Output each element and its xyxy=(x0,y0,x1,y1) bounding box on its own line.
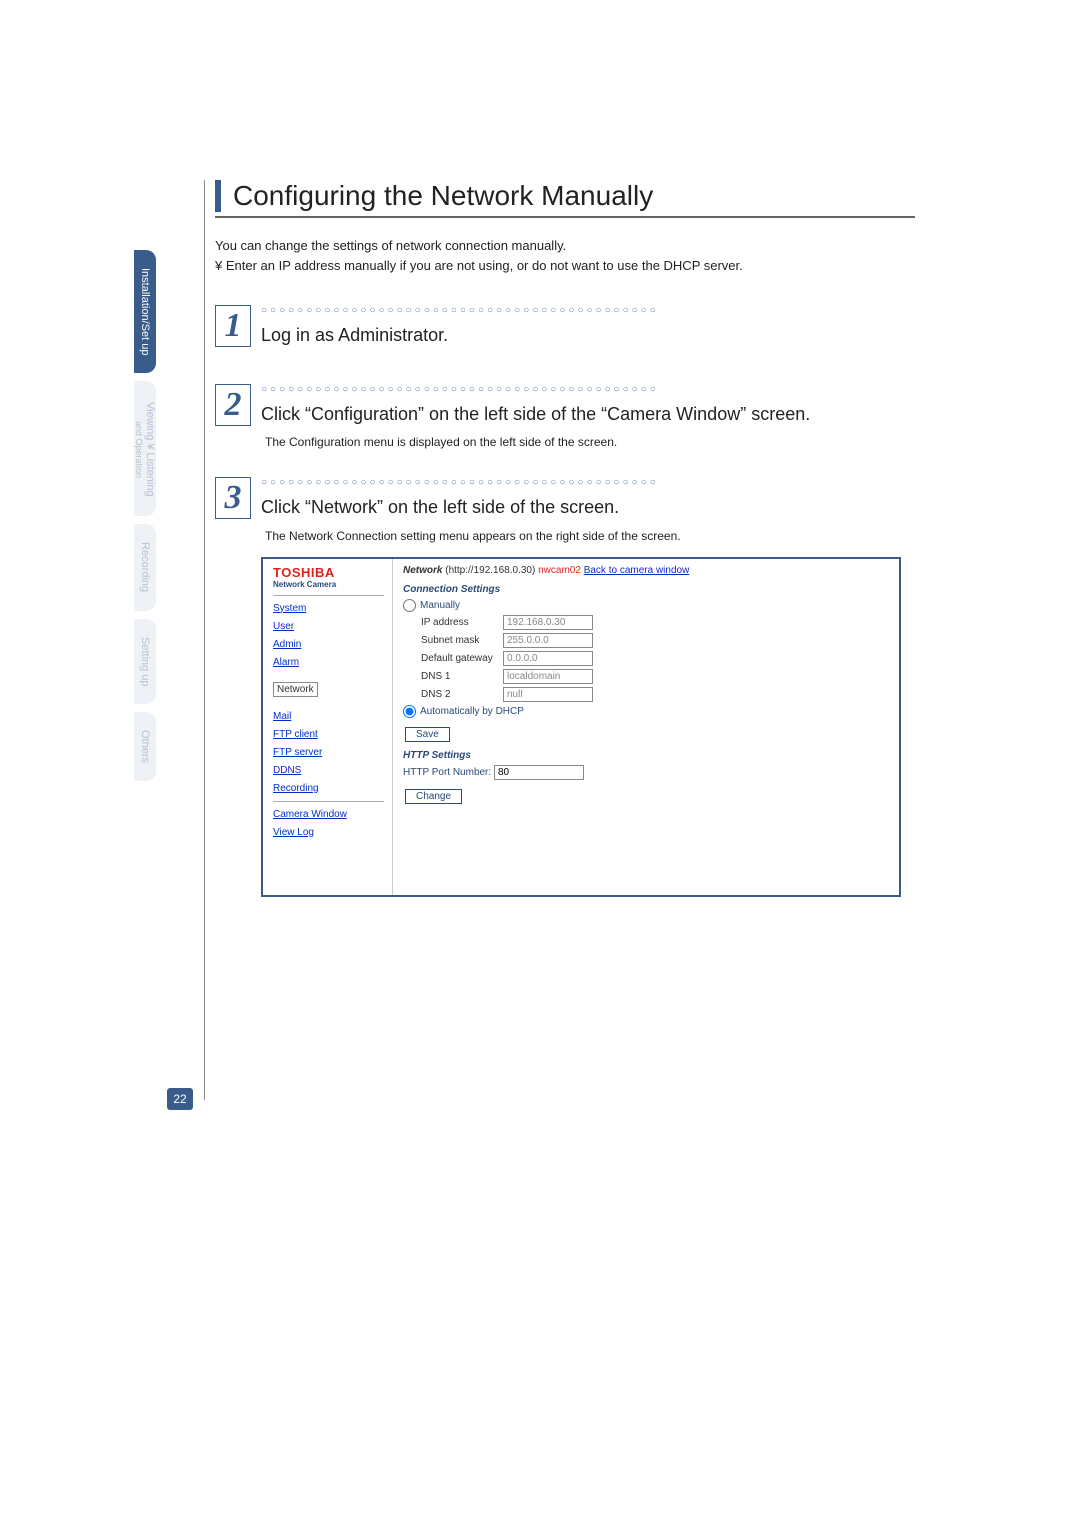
decorative-dots: ○○○○○○○○○○○○○○○○○○○○○○○○○○○○○○○○○○○○○○○○… xyxy=(261,477,915,489)
dns2-input[interactable] xyxy=(503,687,593,702)
radio-dhcp-row: Automatically by DHCP xyxy=(403,705,889,718)
field-gateway: Default gateway xyxy=(421,651,889,666)
step-heading: Click “Network” on the left side of the … xyxy=(261,495,915,520)
step-heading: Log in as Administrator. xyxy=(261,323,915,348)
step-subtext: The Configuration menu is displayed on t… xyxy=(265,435,915,449)
title-bar: Configuring the Network Manually xyxy=(215,180,915,218)
dns2-label: DNS 2 xyxy=(421,689,503,700)
nav-system[interactable]: System xyxy=(273,603,384,614)
step-number: 1 xyxy=(225,309,242,343)
radio-manually-label: Manually xyxy=(420,600,460,611)
step-number: 2 xyxy=(225,388,242,422)
step-subtext: The Network Connection setting menu appe… xyxy=(265,529,915,543)
field-dns2: DNS 2 xyxy=(421,687,889,702)
step-heading: Click “Configuration” on the left side o… xyxy=(261,402,915,427)
step-number-box: 2 xyxy=(215,384,251,426)
http-settings-title: HTTP Settings xyxy=(403,750,889,761)
field-subnet: Subnet mask xyxy=(421,633,889,648)
ss-main: Network (http://192.168.0.30) nwcam02 Ba… xyxy=(393,559,899,895)
nav-ftp-server[interactable]: FTP server xyxy=(273,747,384,758)
intro-text: You can change the settings of network c… xyxy=(215,236,915,275)
ss-logo-subtitle: Network Camera xyxy=(273,580,384,589)
divider xyxy=(273,801,384,802)
nav-ftp-client[interactable]: FTP client xyxy=(273,729,384,740)
step-number-box: 1 xyxy=(215,305,251,347)
ss-sidebar: TOSHIBA Network Camera System User Admin… xyxy=(263,559,393,895)
save-button[interactable]: Save xyxy=(405,727,450,742)
decorative-dots: ○○○○○○○○○○○○○○○○○○○○○○○○○○○○○○○○○○○○○○○○… xyxy=(261,384,915,396)
dns1-input[interactable] xyxy=(503,669,593,684)
http-port-label: HTTP Port Number: xyxy=(403,767,491,778)
gateway-label: Default gateway xyxy=(421,653,503,664)
intro-line1: You can change the settings of network c… xyxy=(215,238,566,253)
page-number: 22 xyxy=(167,1088,193,1110)
connection-settings-title: Connection Settings xyxy=(403,584,889,595)
radio-dhcp[interactable] xyxy=(403,705,416,718)
field-ip: IP address xyxy=(421,615,889,630)
decorative-dots: ○○○○○○○○○○○○○○○○○○○○○○○○○○○○○○○○○○○○○○○○… xyxy=(261,305,915,317)
change-button[interactable]: Change xyxy=(405,789,462,804)
config-screenshot: TOSHIBA Network Camera System User Admin… xyxy=(261,557,901,897)
nav-user[interactable]: User xyxy=(273,621,384,632)
step-2: 2 ○○○○○○○○○○○○○○○○○○○○○○○○○○○○○○○○○○○○○○… xyxy=(215,384,915,449)
page-title: Configuring the Network Manually xyxy=(215,180,915,212)
ip-input[interactable] xyxy=(503,615,593,630)
intro-line2: ¥ Enter an IP address manually if you ar… xyxy=(215,256,915,276)
dns1-label: DNS 1 xyxy=(421,671,503,682)
step-3: 3 ○○○○○○○○○○○○○○○○○○○○○○○○○○○○○○○○○○○○○○… xyxy=(215,477,915,896)
ss-header-cam: nwcam02 xyxy=(538,565,581,576)
nav-recording[interactable]: Recording xyxy=(273,783,384,794)
ss-header-url: (http://192.168.0.30) xyxy=(445,565,535,576)
ip-label: IP address xyxy=(421,617,503,628)
step-number: 3 xyxy=(225,481,242,515)
ss-back-link[interactable]: Back to camera window xyxy=(584,565,690,576)
ss-header-label: Network xyxy=(403,565,442,576)
nav-admin[interactable]: Admin xyxy=(273,639,384,650)
step-1: 1 ○○○○○○○○○○○○○○○○○○○○○○○○○○○○○○○○○○○○○○… xyxy=(215,305,915,356)
subnet-label: Subnet mask xyxy=(421,635,503,646)
nav-view-log[interactable]: View Log xyxy=(273,827,384,838)
subnet-input[interactable] xyxy=(503,633,593,648)
nav-alarm[interactable]: Alarm xyxy=(273,657,384,668)
gateway-input[interactable] xyxy=(503,651,593,666)
radio-dhcp-label: Automatically by DHCP xyxy=(420,706,524,717)
radio-manually-row: Manually xyxy=(403,599,889,612)
nav-mail[interactable]: Mail xyxy=(273,711,384,722)
radio-manually[interactable] xyxy=(403,599,416,612)
http-port-input[interactable] xyxy=(494,765,584,780)
nav-network[interactable]: Network xyxy=(273,682,318,697)
nav-ddns[interactable]: DDNS xyxy=(273,765,384,776)
divider xyxy=(273,595,384,596)
ss-logo: TOSHIBA xyxy=(273,565,384,580)
step-number-box: 3 xyxy=(215,477,251,519)
nav-camera-window[interactable]: Camera Window xyxy=(273,809,384,820)
http-port-row: HTTP Port Number: xyxy=(403,765,889,780)
ss-header: Network (http://192.168.0.30) nwcam02 Ba… xyxy=(403,565,889,576)
field-dns1: DNS 1 xyxy=(421,669,889,684)
